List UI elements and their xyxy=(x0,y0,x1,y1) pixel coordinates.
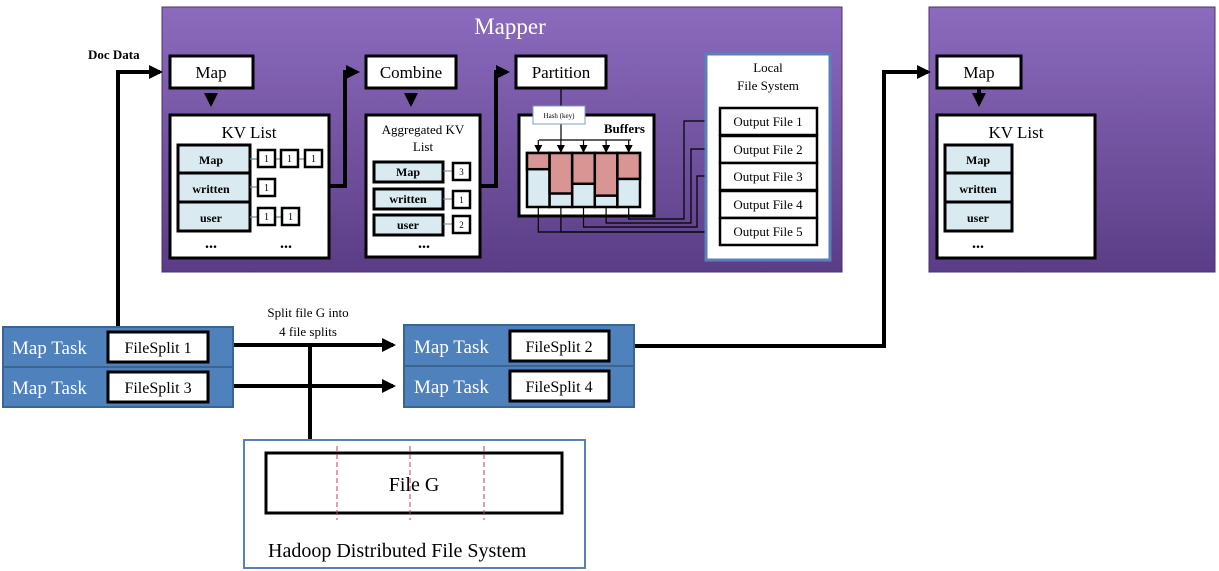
output-file-label: Output File 3 xyxy=(733,169,802,184)
agg-key: written xyxy=(389,192,427,206)
kv-key: written xyxy=(192,182,230,196)
mapreduce-diagram: Mapper Doc Data Map Combine Partition KV… xyxy=(2,6,1216,569)
file-g-label: File G xyxy=(389,474,440,496)
kv-key: user xyxy=(200,211,223,225)
kv-value: 1 xyxy=(264,212,269,223)
map-task-label: Map Task xyxy=(414,337,489,358)
kv-list-right-title: KV List xyxy=(989,123,1044,142)
buffer-fill xyxy=(525,151,551,171)
hash-key-label: Hash (key) xyxy=(544,112,576,120)
local-fs-title: File System xyxy=(737,78,799,93)
hdfs: File G Hadoop Distributed File System xyxy=(243,439,586,569)
kv-ellipsis: ... xyxy=(205,235,217,252)
hdfs-title: Hadoop Distributed File System xyxy=(268,540,527,562)
file-split: FileSplit 3 xyxy=(124,380,191,397)
output-file: Output File 1 xyxy=(718,106,819,137)
agg-value: 1 xyxy=(459,195,464,205)
kv-key: user xyxy=(967,211,990,225)
map-task-group-right: Map Task Map Task FileSplit 2 FileSplit … xyxy=(403,324,635,408)
buffer-fill xyxy=(548,151,574,195)
buffer-fill xyxy=(570,151,597,186)
map-task-label: Map Task xyxy=(12,378,87,399)
agg-key: Map xyxy=(396,165,420,179)
partition-step-label: Partition xyxy=(532,63,591,82)
map-step-right: Map xyxy=(935,54,1023,90)
kv-list: KV List Map written user 1 1 1 1 1 1 ...… xyxy=(168,113,331,260)
agg-ellipsis: ... xyxy=(418,235,430,252)
output-file-label: Output File 5 xyxy=(733,224,802,239)
kv-list-right: KV List Map written user ... xyxy=(935,113,1097,260)
output-file-label: Output File 2 xyxy=(733,142,802,157)
output-file: Output File 5 xyxy=(718,216,819,247)
split-note: 4 file splits xyxy=(279,324,337,339)
map-step-right-label: Map xyxy=(963,63,994,82)
output-file: Output File 4 xyxy=(718,189,819,220)
combine-step: Combine xyxy=(364,54,458,90)
map-step: Map xyxy=(168,54,255,90)
aggregated-title: List xyxy=(413,139,434,154)
partition-step: Partition xyxy=(514,54,608,90)
kv-value: 1 xyxy=(264,183,269,194)
split-note: Split file G into xyxy=(267,305,348,320)
kv-key: written xyxy=(959,182,997,196)
kv-ellipsis: ... xyxy=(972,235,984,252)
file-split: FileSplit 4 xyxy=(525,379,592,396)
output-file-label: Output File 1 xyxy=(733,114,802,129)
file-split: FileSplit 2 xyxy=(525,339,592,356)
buffer-fill xyxy=(616,151,642,181)
kv-value: 1 xyxy=(288,212,293,223)
kv-key: Map xyxy=(199,153,223,167)
aggregated-kv-list: Aggregated KV List Map written user 3 1 … xyxy=(364,113,482,259)
combine-step-label: Combine xyxy=(380,63,442,82)
output-file: Output File 3 xyxy=(718,161,819,192)
mapper-title: Mapper xyxy=(474,14,546,39)
local-fs-title: Local xyxy=(753,60,783,75)
map-task-label: Map Task xyxy=(12,338,87,359)
map-task-group-left: Map Task Map Task FileSplit 1 FileSplit … xyxy=(2,326,234,408)
buffers-label: Buffers xyxy=(604,121,645,136)
map-step-label: Map xyxy=(195,63,226,82)
output-file: Output File 2 xyxy=(718,134,819,165)
output-file-label: Output File 4 xyxy=(733,197,803,212)
kv-ellipsis: ... xyxy=(280,235,292,252)
kv-list-title: KV List xyxy=(222,123,277,142)
file-split: FileSplit 1 xyxy=(124,340,191,357)
kv-value: 1 xyxy=(311,154,316,165)
aggregated-title: Aggregated KV xyxy=(382,122,465,137)
kv-value: 1 xyxy=(287,154,292,165)
local-file-system: Local File System Output File 1 Output Fi… xyxy=(704,52,832,262)
agg-value: 2 xyxy=(459,220,464,230)
agg-key: user xyxy=(397,218,420,232)
buffer-fill xyxy=(593,151,619,197)
doc-data-arrow xyxy=(116,65,163,327)
map-task-label: Map Task xyxy=(414,377,489,398)
kv-value: 1 xyxy=(264,154,269,165)
agg-value: 3 xyxy=(459,167,464,177)
doc-data-label: Doc Data xyxy=(88,47,140,62)
kv-key: Map xyxy=(966,153,990,167)
